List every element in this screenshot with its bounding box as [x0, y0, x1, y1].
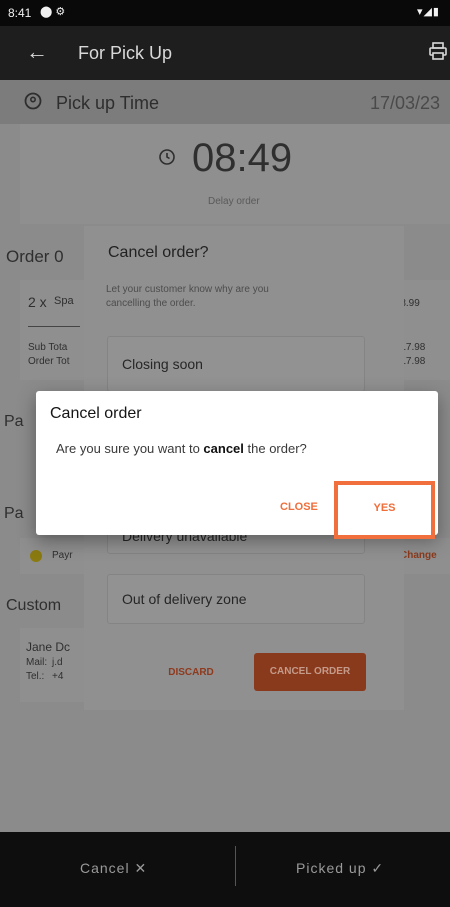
pickup-time-row: Pick up Time 17/03/23	[0, 80, 450, 124]
dialog-message: Are you sure you want to cancel the orde…	[56, 441, 307, 456]
dialog-message-bold: cancel	[203, 441, 244, 456]
sheet-subtitle-2: cancelling the order.	[106, 298, 196, 309]
reason-label: Closing soon	[122, 356, 203, 372]
dialog-message-suffix: the order?	[243, 441, 307, 456]
status-bar: 8:41 ⬤ ⚙ ▾◢▮	[0, 0, 450, 26]
cancel-action-button[interactable]: Cancel ✕	[80, 860, 147, 877]
divider	[28, 326, 80, 327]
order-card-left: 2 x Spa Sub Tota Order Tot	[20, 280, 84, 380]
pin-icon	[24, 92, 42, 110]
dialog-message-prefix: Are you sure you want to	[56, 441, 204, 456]
back-arrow-icon[interactable]: ←	[26, 39, 48, 65]
yes-button-highlight[interactable]: YES	[334, 481, 435, 539]
discard-button[interactable]: DISCARD	[138, 655, 244, 691]
payment-text: Payr	[52, 550, 73, 561]
payment-status-dot	[30, 550, 42, 562]
ordertotal-label: Order Tot	[28, 356, 70, 367]
bottom-action-bar: Cancel ✕ Picked up ✓	[0, 832, 450, 907]
printer-icon[interactable]	[428, 41, 448, 61]
notification-icons: ⬤ ⚙	[40, 6, 66, 18]
tel-value: +4	[52, 671, 64, 682]
sheet-subtitle-1: Let your customer know why are you	[106, 284, 269, 295]
payment-heading: Pa	[4, 413, 24, 430]
subtotal-label: Sub Tota	[28, 342, 68, 353]
item-qty: 2 x	[28, 294, 47, 310]
tel-label: Tel.:	[26, 671, 45, 682]
yes-button[interactable]: YES	[338, 502, 431, 514]
sheet-title: Cancel order?	[108, 244, 209, 261]
order-heading: Order 0	[6, 247, 64, 266]
status-time: 8:41	[8, 6, 32, 20]
pickup-time-value: 08:49	[192, 136, 293, 180]
divider	[235, 846, 236, 886]
item-name: Spa	[54, 295, 74, 307]
dialog-title: Cancel order	[50, 405, 142, 422]
pickup-label: Pick up Time	[56, 93, 160, 113]
customer-heading: Custom	[6, 597, 62, 614]
system-icons: ▾◢▮	[416, 6, 440, 18]
payment-row-left: Payr	[20, 538, 84, 574]
close-button[interactable]: CLOSE	[280, 501, 318, 513]
cancel-order-button[interactable]: CANCEL ORDER	[254, 653, 366, 691]
reason-label: Out of delivery zone	[122, 591, 247, 607]
picked-up-action-button[interactable]: Picked up ✓	[296, 860, 384, 877]
change-payment-link[interactable]: Change	[400, 550, 437, 561]
clock-icon	[159, 149, 175, 165]
page-title: For Pick Up	[78, 43, 173, 63]
reason-out-of-zone[interactable]: Out of delivery zone	[107, 574, 365, 624]
reason-closing-soon[interactable]: Closing soon	[107, 336, 365, 392]
delay-order-link[interactable]: Delay order	[208, 196, 260, 207]
customer-name: Jane Dc	[26, 640, 71, 654]
mail-value: j.d	[52, 657, 63, 668]
app-bar: ← For Pick Up	[0, 26, 450, 80]
time-card: 08:49 Delay order	[20, 124, 450, 224]
mail-label: Mail:	[26, 657, 48, 668]
payment-method-heading: Pa	[4, 505, 24, 522]
pickup-date: 17/03/23	[370, 93, 441, 113]
customer-card: Jane Dc Mail: j.d Tel.: +4	[20, 628, 84, 702]
